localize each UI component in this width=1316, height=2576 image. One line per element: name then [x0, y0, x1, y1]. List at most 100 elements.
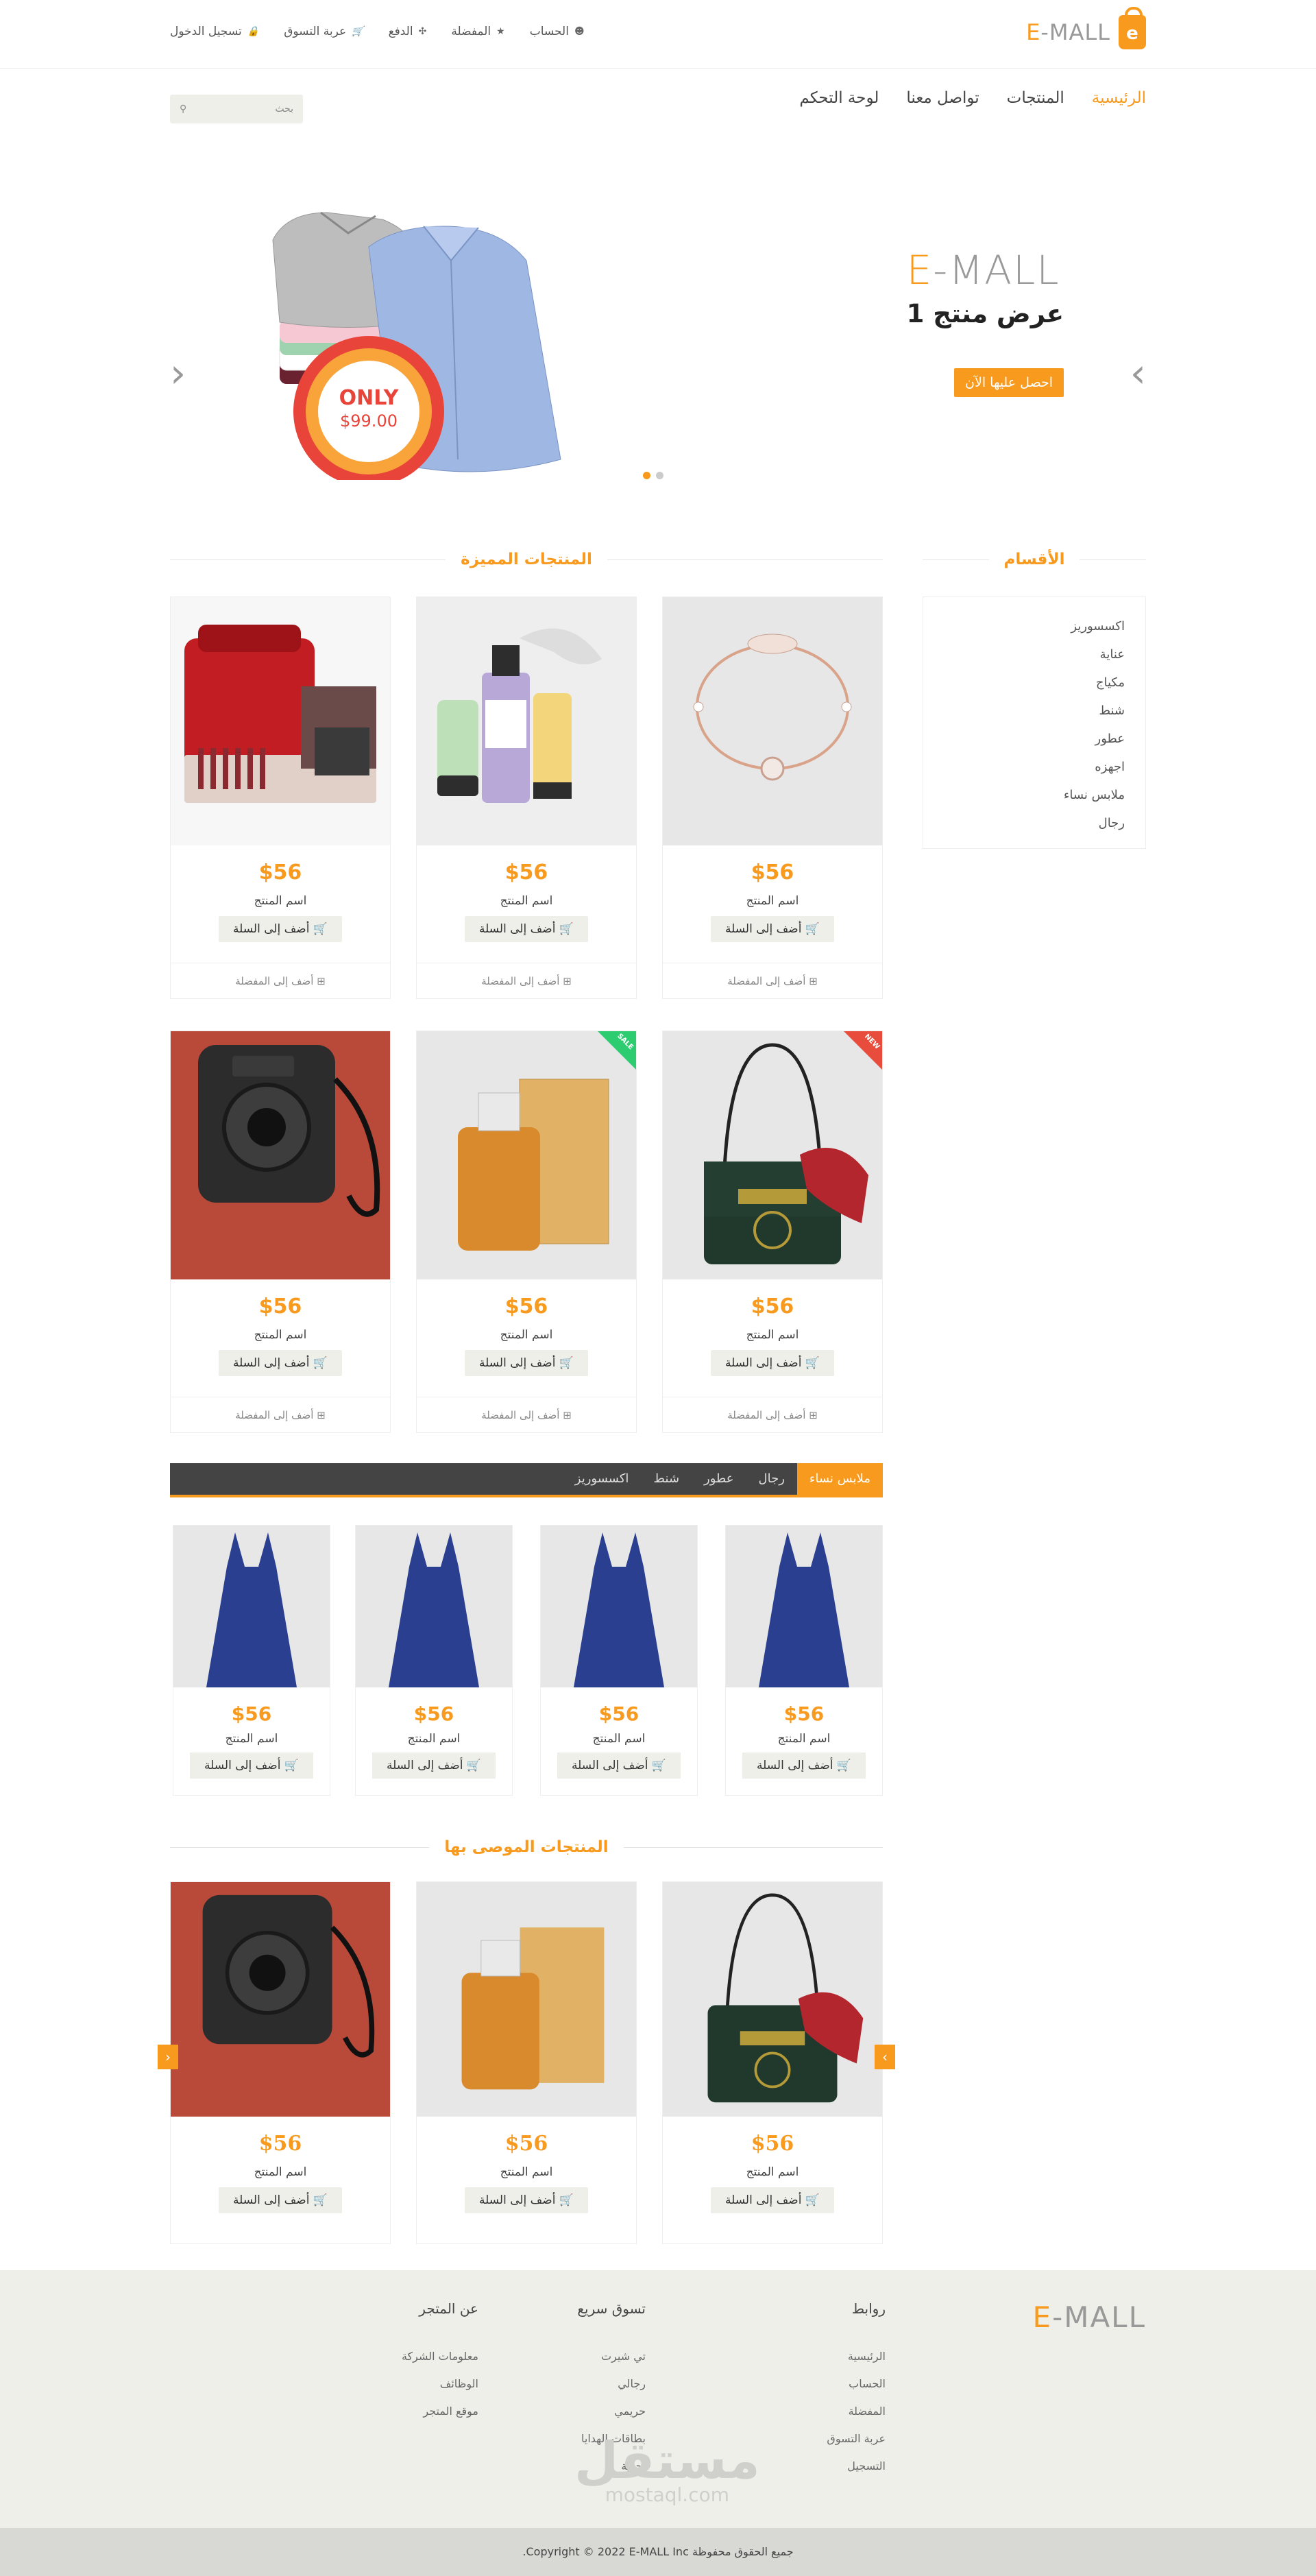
add-to-cart-button[interactable]: 🛒 أضف إلى السلة	[465, 2187, 588, 2213]
nav-products[interactable]: المنتجات	[1007, 89, 1064, 107]
add-to-cart-button[interactable]: 🛒 أضف إلى السلة	[742, 1753, 866, 1779]
top-link-favorites[interactable]: ★ المفضلة	[451, 25, 504, 38]
product-image[interactable]: SALE	[417, 1031, 636, 1279]
add-to-cart-button[interactable]: 🛒 أضف إلى السلة	[190, 1753, 313, 1779]
product-name[interactable]: اسم المنتج	[726, 1732, 882, 1746]
product-card[interactable]: $56 اسم المنتج 🛒 أضف إلى السلة	[725, 1525, 883, 1796]
product-name[interactable]: اسم المنتج	[356, 1732, 512, 1746]
product-name[interactable]: اسم المنتج	[173, 1732, 330, 1746]
site-logo[interactable]: e E-MALL	[1026, 7, 1146, 49]
category-men[interactable]: رجال	[944, 809, 1125, 837]
product-card[interactable]: $56 اسم المنتج 🛒 أضف إلى السلة	[355, 1525, 513, 1796]
footer-link-men[interactable]: رجالي	[577, 2370, 646, 2398]
product-image[interactable]	[663, 1882, 882, 2117]
product-name[interactable]: اسم المنتج	[417, 1328, 636, 1342]
add-to-cart-button[interactable]: 🛒 أضف إلى السلة	[711, 2187, 834, 2213]
add-to-cart-button[interactable]: 🛒 أضف إلى السلة	[219, 2187, 342, 2213]
nav-dashboard[interactable]: لوحة التحكم	[799, 89, 879, 107]
add-to-favorites-link[interactable]: ⊞ أضف إلى المفضلة	[417, 1397, 636, 1432]
add-to-favorites-link[interactable]: ⊞ أضف إلى المفضلة	[171, 963, 390, 998]
footer-link-store-location[interactable]: موقع المتجر	[402, 2398, 478, 2425]
category-makeup[interactable]: مكياج	[944, 669, 1125, 697]
add-to-favorites-link[interactable]: ⊞ أضف إلى المفضلة	[417, 963, 636, 998]
nav-home[interactable]: الرئيسية	[1092, 89, 1146, 107]
category-accessories[interactable]: اكسسوريز	[944, 612, 1125, 640]
carousel-prev-arrow[interactable]: ‹	[158, 2045, 178, 2069]
footer-link-company-info[interactable]: معلومات الشركة	[402, 2343, 478, 2370]
product-name[interactable]: اسم المنتج	[171, 1328, 390, 1342]
footer-link-favorites[interactable]: المفضلة	[827, 2398, 886, 2425]
add-to-cart-button[interactable]: 🛒 أضف إلى السلة	[372, 1753, 496, 1779]
add-to-favorites-link[interactable]: ⊞ أضف إلى المفضلة	[171, 1397, 390, 1432]
product-name[interactable]: اسم المنتج	[417, 2165, 636, 2179]
product-image[interactable]	[171, 1031, 390, 1279]
footer-link-cart[interactable]: عربة التسوق	[827, 2425, 886, 2453]
tab-men[interactable]: رجال	[746, 1463, 797, 1495]
slider-dot-active[interactable]	[643, 472, 650, 479]
tab-accessories[interactable]: اكسسوريز	[563, 1463, 642, 1495]
dress-image[interactable]	[173, 1526, 330, 1687]
product-image[interactable]	[171, 1882, 390, 2117]
product-card[interactable]: SALE $56 اسم المنتج 🛒 أضف إلى السلة ⊞ أض…	[416, 1031, 637, 1433]
category-perfumes[interactable]: عطور	[944, 725, 1125, 753]
tab-women-clothes[interactable]: ملابس نساء	[796, 1463, 883, 1495]
carousel-next-arrow[interactable]: ›	[875, 2045, 895, 2069]
product-image[interactable]	[663, 597, 882, 845]
footer-link-careers[interactable]: الوظائف	[402, 2370, 478, 2398]
add-to-cart-button[interactable]: 🛒 أضف إلى السلة	[465, 916, 588, 942]
dress-image[interactable]	[726, 1526, 882, 1687]
tab-bags[interactable]: شنط	[641, 1463, 692, 1495]
add-to-favorites-link[interactable]: ⊞ أضف إلى المفضلة	[663, 963, 882, 998]
add-to-cart-button[interactable]: 🛒 أضف إلى السلة	[219, 916, 342, 942]
product-name[interactable]: اسم المنتج	[663, 1328, 882, 1342]
footer-link-women[interactable]: حريمي	[577, 2398, 646, 2425]
top-link-checkout[interactable]: ✣ الدفع	[389, 25, 427, 38]
add-to-cart-button[interactable]: 🛒 أضف إلى السلة	[219, 1350, 342, 1376]
product-card[interactable]: $56 اسم المنتج 🛒 أضف إلى السلة ⊞ أضف إلى…	[170, 1031, 391, 1433]
product-name[interactable]: اسم المنتج	[417, 894, 636, 908]
footer-link-account[interactable]: الحساب	[827, 2370, 886, 2398]
product-card[interactable]: $56 اسم المنتج 🛒 أضف إلى السلة ⊞ أضف إلى…	[416, 597, 637, 999]
product-card[interactable]: $56 اسم المنتج 🛒 أضف إلى السلة	[540, 1525, 698, 1796]
category-women-clothes[interactable]: ملابس نساء	[944, 781, 1125, 809]
product-image[interactable]: NEW	[663, 1031, 882, 1279]
product-name[interactable]: اسم المنتج	[663, 894, 882, 908]
dress-image[interactable]	[541, 1526, 697, 1687]
product-card[interactable]: $56 اسم المنتج 🛒 أضف إلى السلة	[662, 1881, 883, 2244]
top-link-login[interactable]: 🔒 تسجيل الدخول	[170, 25, 259, 38]
shop-now-button[interactable]: احصل عليها الآن	[954, 368, 1064, 397]
top-link-account[interactable]: ☻ الحساب	[530, 25, 585, 38]
product-name[interactable]: اسم المنتج	[663, 2165, 882, 2179]
add-to-cart-button[interactable]: 🛒 أضف إلى السلة	[711, 916, 834, 942]
add-to-cart-button[interactable]: 🛒 أضف إلى السلة	[465, 1350, 588, 1376]
dress-image[interactable]	[356, 1526, 512, 1687]
tab-perfumes[interactable]: عطور	[692, 1463, 746, 1495]
footer-logo[interactable]: E-MALL	[1033, 2300, 1146, 2334]
top-link-cart[interactable]: 🛒 عربة التسوق	[284, 25, 363, 38]
add-to-favorites-link[interactable]: ⊞ أضف إلى المفضلة	[663, 1397, 882, 1432]
nav-contact[interactable]: تواصل معنا	[906, 89, 979, 107]
footer-link-home[interactable]: الرئيسية	[827, 2343, 886, 2370]
slider-prev-arrow[interactable]: ‹	[170, 350, 186, 396]
product-card[interactable]: $56 اسم المنتج 🛒 أضف إلى السلة ⊞ أضف إلى…	[662, 597, 883, 999]
product-image[interactable]	[171, 597, 390, 845]
category-devices[interactable]: اجهزه	[944, 753, 1125, 781]
product-card[interactable]: $56 اسم المنتج 🛒 أضف إلى السلة	[416, 1881, 637, 2244]
product-image[interactable]	[417, 597, 636, 845]
add-to-cart-button[interactable]: 🛒 أضف إلى السلة	[557, 1753, 681, 1779]
slider-dot[interactable]	[656, 472, 663, 479]
product-card[interactable]: $56 اسم المنتج 🛒 أضف إلى السلة ⊞ أضف إلى…	[170, 597, 391, 999]
category-care[interactable]: عناية	[944, 640, 1125, 669]
category-bags[interactable]: شنط	[944, 697, 1125, 725]
product-name[interactable]: اسم المنتج	[171, 894, 390, 908]
product-image[interactable]	[417, 1882, 636, 2117]
add-to-cart-button[interactable]: 🛒 أضف إلى السلة	[711, 1350, 834, 1376]
footer-link-register[interactable]: التسجيل	[827, 2453, 886, 2480]
product-card[interactable]: $56 اسم المنتج 🛒 أضف إلى السلة	[173, 1525, 330, 1796]
footer-link-tshirts[interactable]: تي شيرت	[577, 2343, 646, 2370]
product-name[interactable]: اسم المنتج	[541, 1732, 697, 1746]
product-name[interactable]: اسم المنتج	[171, 2165, 390, 2179]
search-input[interactable]: بحث ⚲	[170, 95, 303, 123]
slider-next-arrow[interactable]: ›	[1130, 350, 1146, 396]
product-card[interactable]: NEW $56 اسم المنتج 🛒 أضف إلى السلة ⊞ أضف…	[662, 1031, 883, 1433]
